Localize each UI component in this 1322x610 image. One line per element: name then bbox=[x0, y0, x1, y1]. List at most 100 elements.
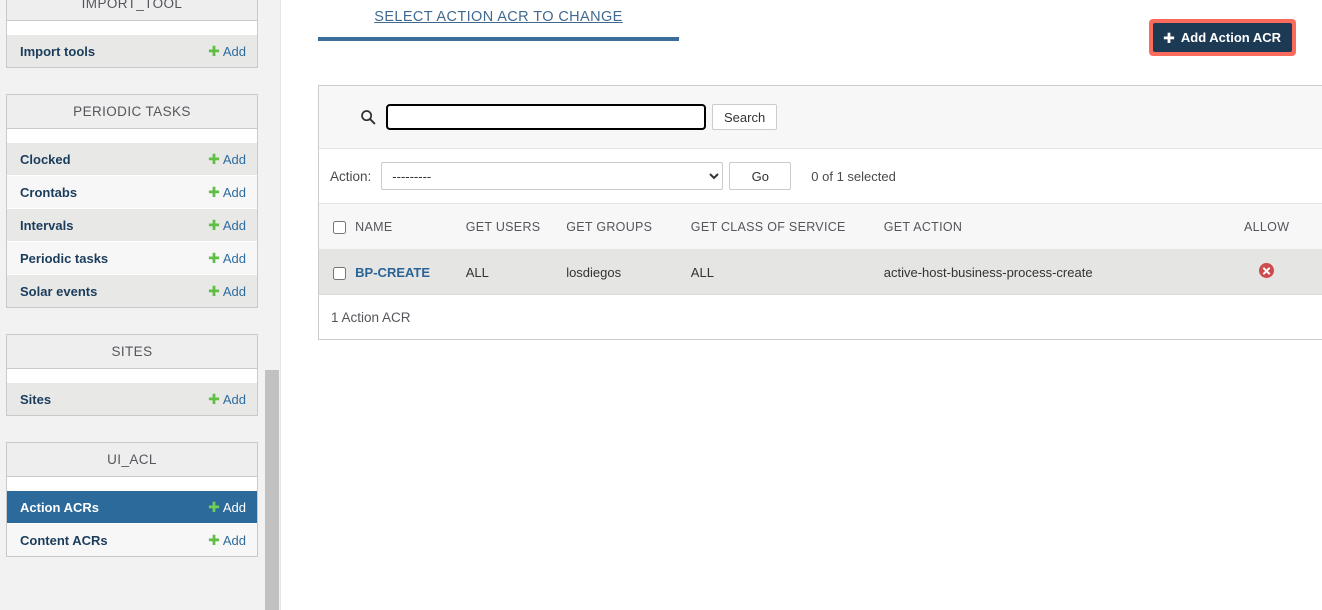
th-get-class-of-service[interactable]: GET CLASS OF SERVICE bbox=[690, 204, 884, 251]
select-all-checkbox[interactable] bbox=[333, 221, 346, 235]
sidebar-item-label[interactable]: Intervals bbox=[20, 218, 73, 233]
sidebar-item-periodic-tasks[interactable]: Periodic tasks ✚ Add bbox=[7, 241, 257, 274]
th-allow[interactable]: ALLOW bbox=[1203, 204, 1322, 251]
plus-icon: ✚ bbox=[208, 183, 220, 200]
sidebar-item-import-tools[interactable]: Import tools ✚ Add bbox=[7, 34, 257, 67]
sidebar-item-content-acrs[interactable]: Content ACRs ✚ Add bbox=[7, 523, 257, 556]
sidebar-item-add-label: Add bbox=[222, 217, 246, 233]
th-get-groups[interactable]: GET GROUPS bbox=[566, 204, 691, 251]
sidebar-item-add-label: Add bbox=[222, 499, 246, 515]
td-allow bbox=[1203, 249, 1322, 296]
th-name[interactable]: NAME bbox=[355, 204, 466, 251]
sidebar-item-solar-events[interactable]: Solar events ✚ Add bbox=[7, 274, 257, 307]
plus-icon: ✚ bbox=[208, 531, 220, 548]
sidebar-item-add-link[interactable]: ✚ Add bbox=[208, 152, 246, 167]
results-table-head: NAME GET USERS GET GROUPS GET CLASS OF S… bbox=[319, 204, 1322, 251]
th-select-all bbox=[319, 204, 356, 251]
sidebar-item-add-label: Add bbox=[222, 151, 246, 167]
sidebar-item-add-link[interactable]: ✚ Add bbox=[208, 185, 246, 200]
search-icon bbox=[360, 109, 376, 125]
search-submit-button[interactable]: Search bbox=[712, 104, 778, 130]
search-toolbar: Search bbox=[319, 86, 1322, 149]
plus-icon: ✚ bbox=[208, 282, 220, 299]
plus-icon: ✚ bbox=[208, 216, 220, 233]
table-row: BP-CREATE ALL losdiegos ALL active-host-busi… bbox=[319, 249, 1322, 296]
plus-icon: ✚ bbox=[208, 249, 220, 266]
action-toolbar: Action: --------- Go 0 of 1 selected bbox=[319, 149, 1322, 204]
td-get-groups: losdiegos bbox=[566, 249, 691, 296]
td-get-class-of-service: ALL bbox=[690, 249, 884, 296]
deny-circle-x-icon bbox=[1259, 263, 1275, 279]
sidebar-module: UI_ACL Action ACRs ✚ Add Content ACRs ✚ Add bbox=[6, 442, 258, 557]
sidebar-module-spacer bbox=[7, 369, 257, 382]
add-action-acr-label: Add Action ACR bbox=[1180, 30, 1281, 45]
action-selection-counter: 0 of 1 selected bbox=[811, 168, 896, 184]
sidebar-item-intervals[interactable]: Intervals ✚ Add bbox=[7, 208, 257, 241]
sidebar-item-add-link[interactable]: ✚ Add bbox=[208, 500, 246, 515]
sidebar-item-add-link[interactable]: ✚ Add bbox=[208, 533, 246, 548]
tab-select-action-acr-to-change[interactable]: Select action ACR to change bbox=[318, 0, 679, 25]
sidebar-item-label[interactable]: Sites bbox=[20, 392, 51, 407]
sidebar-item-add-label: Add bbox=[222, 283, 246, 299]
sidebar-module-caption: UI_ACL bbox=[7, 443, 257, 477]
results-table: NAME GET USERS GET GROUPS GET CLASS OF S… bbox=[319, 204, 1322, 296]
sidebar-item-label[interactable]: Periodic tasks bbox=[20, 251, 108, 266]
add-action-acr-highlight: ✚ Add Action ACR bbox=[1149, 19, 1296, 56]
plus-icon: ✚ bbox=[208, 498, 220, 515]
add-action-acr-button[interactable]: ✚ Add Action ACR bbox=[1153, 23, 1292, 52]
td-get-action: active-host-business-process-create bbox=[883, 249, 1204, 296]
sidebar-module-spacer bbox=[7, 477, 257, 490]
paginator-summary: 1 Action ACR bbox=[319, 295, 1322, 340]
plus-icon: ✚ bbox=[208, 150, 220, 167]
sidebar-item-label[interactable]: Solar events bbox=[20, 284, 97, 299]
sidebar-nav: IMPORT_TOOL Import tools ✚ Add PERIODIC TASK… bbox=[0, 0, 264, 610]
sidebar-module-caption: IMPORT_TOOL bbox=[7, 0, 257, 21]
results-table-wrapper: NAME GET USERS GET GROUPS GET CLASS OF S… bbox=[319, 204, 1322, 296]
sidebar-item-add-link[interactable]: ✚ Add bbox=[208, 218, 246, 233]
sidebar-item-action-acrs[interactable]: Action ACRs ✚ Add bbox=[7, 490, 257, 523]
action-label: Action: bbox=[330, 168, 372, 184]
action-select[interactable]: --------- bbox=[381, 162, 724, 190]
th-get-users[interactable]: GET USERS bbox=[465, 204, 567, 251]
sidebar-module-caption: SITES bbox=[7, 335, 257, 369]
sidebar-item-add-link[interactable]: ✚ Add bbox=[208, 392, 246, 407]
th-get-action[interactable]: GET ACTION bbox=[883, 204, 1204, 251]
sidebar-item-label[interactable]: Action ACRs bbox=[20, 500, 99, 515]
results-table-body: BP-CREATE ALL losdiegos ALL active-host-busi… bbox=[319, 249, 1322, 296]
td-get-users: ALL bbox=[465, 249, 567, 296]
row-name-link[interactable]: BP-CREATE bbox=[355, 265, 430, 280]
plus-icon: ✚ bbox=[208, 42, 220, 59]
sidebar-module: IMPORT_TOOL Import tools ✚ Add bbox=[6, 0, 258, 68]
sidebar-item-label[interactable]: Crontabs bbox=[20, 185, 77, 200]
sidebar-scrollbar-thumb[interactable] bbox=[265, 370, 279, 610]
changelist-panel: Search Action: --------- Go 0 of 1 selec… bbox=[318, 85, 1322, 341]
action-go-button[interactable]: Go bbox=[729, 162, 792, 190]
sidebar-module-caption: PERIODIC TASKS bbox=[7, 95, 257, 129]
td-row-select bbox=[319, 249, 356, 296]
tab-bar: Select action ACR to change bbox=[318, 0, 679, 40]
row-select-checkbox[interactable] bbox=[333, 266, 346, 280]
sidebar-item-add-label: Add bbox=[222, 532, 246, 548]
sidebar-item-add-label: Add bbox=[222, 250, 246, 266]
sidebar-item-add-label: Add bbox=[222, 43, 246, 59]
sidebar-module: PERIODIC TASKS Clocked ✚ Add Crontabs ✚ Add Int… bbox=[6, 94, 258, 308]
sidebar-item-add-label: Add bbox=[222, 391, 246, 407]
sidebar-module: SITES Sites ✚ Add bbox=[6, 334, 258, 416]
sidebar-item-label[interactable]: Content ACRs bbox=[20, 533, 108, 548]
sidebar-item-add-link[interactable]: ✚ Add bbox=[208, 284, 246, 299]
sidebar-item-label[interactable]: Clocked bbox=[20, 152, 71, 167]
sidebar-item-crontabs[interactable]: Crontabs ✚ Add bbox=[7, 175, 257, 208]
sidebar-item-sites[interactable]: Sites ✚ Add bbox=[7, 382, 257, 415]
sidebar-module-spacer bbox=[7, 21, 257, 34]
main-content: Select action ACR to change ✚ Add Action… bbox=[281, 0, 1322, 610]
sidebar-item-clocked[interactable]: Clocked ✚ Add bbox=[7, 142, 257, 175]
td-name: BP-CREATE bbox=[355, 249, 466, 296]
plus-icon: ✚ bbox=[208, 390, 220, 407]
sidebar-module-spacer bbox=[7, 129, 257, 142]
sidebar-modules: IMPORT_TOOL Import tools ✚ Add PERIODIC TASK… bbox=[0, 0, 264, 583]
table-header-row: NAME GET USERS GET GROUPS GET CLASS OF S… bbox=[319, 204, 1322, 251]
sidebar-item-add-link[interactable]: ✚ Add bbox=[208, 251, 246, 266]
sidebar-item-label[interactable]: Import tools bbox=[20, 44, 95, 59]
sidebar-item-add-link[interactable]: ✚ Add bbox=[208, 44, 246, 59]
search-input[interactable] bbox=[386, 104, 706, 130]
